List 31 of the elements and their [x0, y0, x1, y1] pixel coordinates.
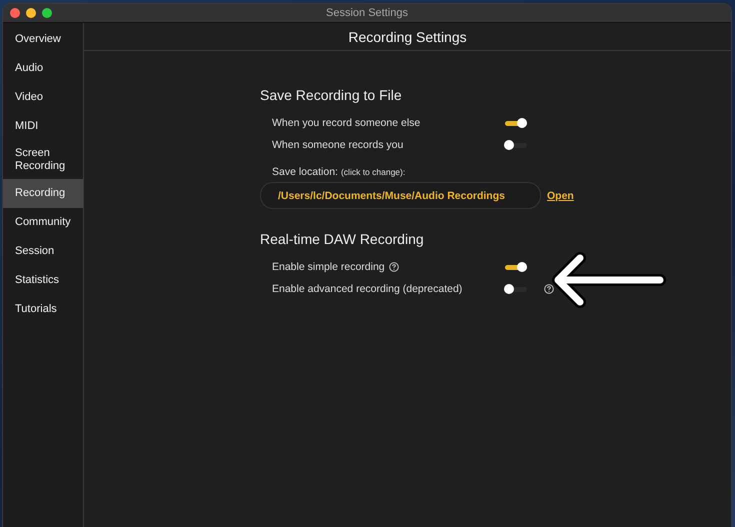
- window-title: Session Settings: [326, 7, 408, 19]
- sidebar-item[interactable]: Session: [3, 237, 83, 266]
- sidebar-item[interactable]: Community: [3, 208, 83, 237]
- sidebar-item[interactable]: Recording: [3, 179, 83, 208]
- toggle-switch[interactable]: [505, 264, 527, 270]
- toggle-switch[interactable]: [505, 142, 527, 148]
- sidebar-item[interactable]: Statistics: [3, 266, 83, 295]
- help-icon[interactable]: [388, 262, 399, 272]
- minimize-button[interactable]: [26, 8, 36, 18]
- sidebar-item[interactable]: MIDI: [3, 112, 83, 141]
- toggle-label: Enable simple recording: [272, 261, 385, 273]
- toggle-switch[interactable]: [505, 120, 527, 126]
- section-title: Save Recording to File: [260, 87, 403, 103]
- help-icon[interactable]: [544, 284, 554, 294]
- maximize-button[interactable]: [42, 8, 52, 18]
- sidebar-item[interactable]: Overview: [3, 25, 83, 54]
- page-title: Recording Settings: [348, 28, 467, 44]
- field-label: Save location:: [272, 166, 338, 178]
- toggle-label: When you record someone else: [272, 117, 420, 129]
- path-field[interactable]: /Users/lc/Documents/Muse/Audio Recordings: [260, 182, 541, 209]
- close-button[interactable]: [10, 8, 20, 18]
- section-title: Real-time DAW Recording: [260, 231, 425, 247]
- open-link[interactable]: Open: [547, 190, 574, 202]
- sidebar-item[interactable]: Audio: [3, 54, 83, 83]
- sidebar-item[interactable]: Screen Recording: [3, 141, 83, 179]
- toggle-label: When someone records you: [272, 139, 404, 151]
- sidebar-item[interactable]: Tutorials: [3, 295, 83, 324]
- field-hint: (click to change):: [340, 167, 406, 177]
- sidebar-item[interactable]: Video: [3, 83, 83, 112]
- toggle-label: Enable advanced recording (deprecated): [272, 283, 462, 295]
- toggle-switch[interactable]: [505, 286, 527, 292]
